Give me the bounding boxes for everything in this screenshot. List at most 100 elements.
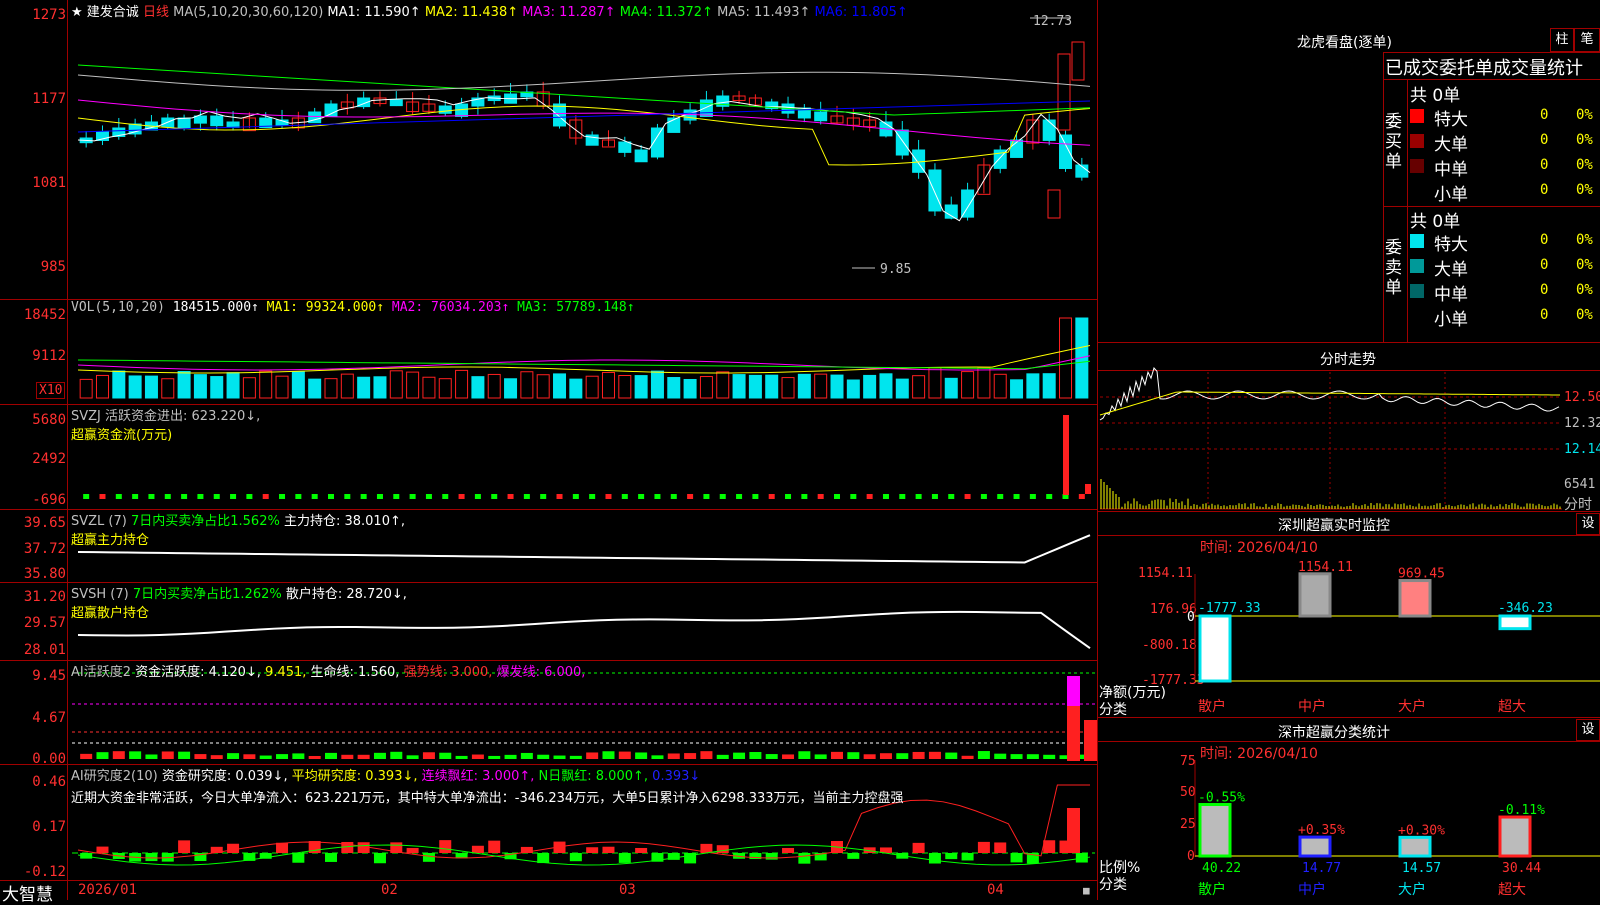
- active-bar: [80, 753, 93, 759]
- order-row: 特大 0 0%: [1410, 230, 1600, 255]
- intraday-axis-3: 12.14: [1564, 442, 1600, 457]
- flow-bar: [1085, 484, 1091, 494]
- app-logo[interactable]: 大智慧: [2, 880, 53, 905]
- order-row: 小单 0 0%: [1410, 305, 1600, 330]
- flow-bar: [621, 494, 628, 499]
- order-type: 特大: [1434, 235, 1468, 255]
- flow-bar: [899, 494, 906, 499]
- active-bar: [586, 752, 599, 759]
- active-spike: [1067, 706, 1080, 761]
- flow-bar: [181, 494, 188, 499]
- active-bar: [749, 752, 762, 759]
- ai-research-nred: N日飘红: 8.000↑,: [538, 769, 649, 784]
- research-bar: [716, 845, 729, 853]
- order-count: 0: [1540, 132, 1549, 148]
- ai-research-axis-1: 0.46: [32, 774, 66, 790]
- research-bar: [635, 847, 648, 853]
- intraday-axis-2: 12.32: [1564, 416, 1600, 431]
- sz-class-axis-1: 75: [1180, 754, 1196, 769]
- volume-bar: [79, 378, 93, 399]
- lock-icon[interactable]: ■: [1083, 884, 1090, 897]
- active-bar: [716, 754, 729, 759]
- candle-body: [193, 115, 207, 124]
- flow-bar: [393, 494, 400, 499]
- monitor-value-label: -346.23: [1498, 601, 1553, 616]
- bar-mode-button[interactable]: 柱: [1550, 28, 1574, 52]
- flow-bar: [834, 494, 840, 499]
- ai-active-prefix: AI活跃度2: [71, 665, 131, 680]
- color-swatch: [1410, 259, 1424, 273]
- star-icon[interactable]: ★: [71, 5, 83, 20]
- monitor-category-label: 超大: [1498, 699, 1526, 715]
- volume-bar: [144, 375, 158, 399]
- vol-axis-1: 18452: [23, 307, 66, 323]
- flow-bar: [164, 494, 171, 499]
- ai-active-axis-2: 4.67: [32, 710, 66, 726]
- active-bar: [292, 753, 305, 759]
- active-bar: [406, 755, 419, 759]
- candle-body: [226, 121, 240, 128]
- svsh-prefix: SVSH (7): [71, 587, 129, 602]
- svzl-axis-1: 39.65: [23, 515, 66, 531]
- active-bar: [129, 751, 142, 759]
- volume-bar: [340, 373, 354, 399]
- color-swatch: [1410, 284, 1424, 298]
- flow-bar: [638, 494, 645, 499]
- high-price-label: 12.73: [1033, 14, 1073, 29]
- volume-bar: [553, 373, 567, 399]
- volume-bar: [895, 378, 909, 399]
- x-label-apr: 04: [987, 882, 1004, 898]
- ma5-line: [77, 71, 1091, 91]
- order-row: 中单 0 0%: [1410, 155, 1600, 180]
- order-count: 0: [1540, 307, 1549, 323]
- ma3-value: MA3: 11.287↑: [522, 5, 616, 20]
- sell-label: 委卖单: [1385, 238, 1402, 298]
- class-delta-label: +0.35%: [1298, 823, 1345, 838]
- flow-bar: [409, 494, 416, 499]
- research-bar: [994, 842, 1007, 853]
- price-axis-3: 1081: [32, 175, 66, 191]
- order-pct: 0%: [1576, 307, 1593, 323]
- candle-body: [928, 169, 942, 212]
- research-bar: [847, 853, 860, 859]
- ai-active-life: 生命线: 1.560,: [310, 665, 400, 680]
- flow-bar: [866, 494, 873, 499]
- active-bar: [1043, 754, 1056, 759]
- active-bar: [831, 751, 843, 759]
- dragon-subtitle: 已成交委托单成交量统计: [1385, 58, 1583, 79]
- ai-research-prefix: AI研究度2(10): [71, 769, 158, 784]
- active-bar: [977, 751, 990, 759]
- sz-class-settings-button[interactable]: 设: [1576, 719, 1600, 741]
- flow-bar: [83, 494, 90, 499]
- volume-bar: [487, 373, 501, 399]
- candle-body: [324, 103, 338, 117]
- candle-body: [210, 115, 224, 127]
- active-bar: [112, 751, 125, 759]
- order-type: 中单: [1434, 285, 1468, 305]
- vol-ma3-line: [77, 359, 1091, 370]
- order-pct: 0%: [1576, 257, 1593, 273]
- active-bar: [651, 755, 664, 759]
- stock-name: 建发合诚: [86, 5, 139, 20]
- flow-bar: [262, 494, 269, 499]
- candle-body: [438, 105, 452, 114]
- volume-bar: [226, 372, 240, 399]
- period-label[interactable]: 日线: [143, 5, 169, 20]
- order-pct: 0%: [1576, 232, 1593, 248]
- active-bar: [504, 754, 517, 759]
- volume-bar: [797, 373, 811, 399]
- ai-research-axis-2: 0.17: [32, 819, 66, 835]
- class-bar-中户: [1298, 835, 1332, 858]
- candle-body: [389, 99, 403, 107]
- flow-bar: [442, 494, 449, 499]
- volume-bar: [406, 371, 420, 399]
- research-bar: [422, 853, 435, 862]
- svzj-line2: 超赢资金流(万元): [71, 428, 173, 443]
- sz-monitor-settings-button[interactable]: 设: [1576, 513, 1600, 535]
- volume-bar: [699, 376, 713, 399]
- intraday-bottom: [1097, 511, 1600, 512]
- flow-bar: [458, 494, 465, 499]
- active-bar: [96, 752, 109, 759]
- vol-params: VOL(5,10,20): [71, 300, 165, 315]
- tick-mode-button[interactable]: 笔: [1574, 28, 1600, 52]
